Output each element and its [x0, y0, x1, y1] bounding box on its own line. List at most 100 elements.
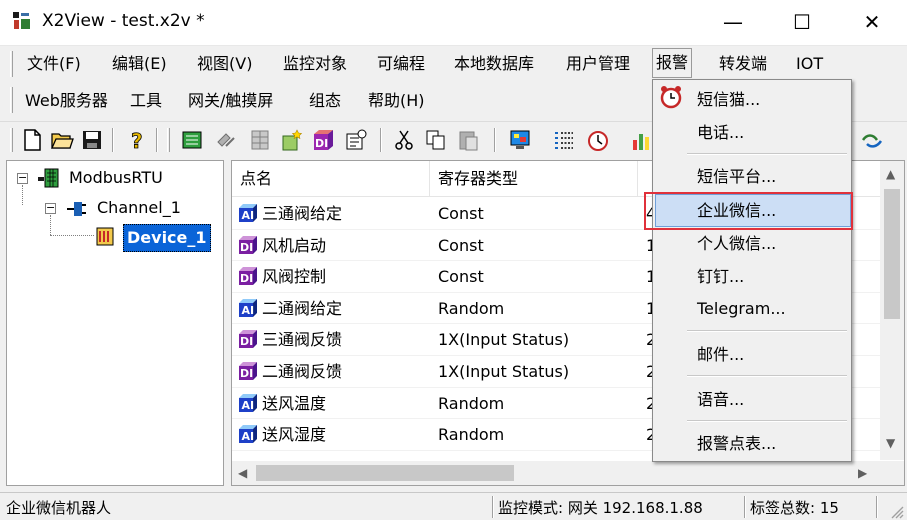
- new-tag-icon[interactable]: [280, 128, 304, 152]
- menu-grip: [10, 51, 13, 77]
- table-icon[interactable]: [248, 128, 272, 152]
- svg-text:DI: DI: [240, 367, 253, 380]
- scroll-up-arrow[interactable]: ▲: [886, 167, 895, 181]
- paste-icon[interactable]: [456, 128, 480, 152]
- chart-icon[interactable]: [630, 128, 654, 152]
- scroll-thumb[interactable]: [256, 465, 514, 481]
- save-icon[interactable]: [80, 128, 104, 152]
- menu-item-phone[interactable]: 电话...: [655, 116, 851, 149]
- column-header-register-type[interactable]: 寄存器类型: [430, 161, 638, 197]
- analog-tag-icon: AI: [239, 298, 257, 317]
- properties-icon[interactable]: [344, 128, 368, 152]
- register-type-cell: Const: [438, 235, 484, 255]
- status-bar: 企业微信机器人 监控模式: 网关 192.168.1.88 标签总数: 15: [0, 492, 907, 520]
- digital-tag-icon: DI: [239, 235, 257, 254]
- scroll-right-arrow[interactable]: ▶: [858, 466, 867, 480]
- tree-line: [50, 235, 94, 236]
- scroll-left-arrow[interactable]: ◀: [238, 466, 247, 480]
- svg-text:AI: AI: [242, 399, 255, 412]
- scroll-thumb[interactable]: [884, 189, 900, 319]
- cut-icon[interactable]: [392, 128, 416, 152]
- device-icon[interactable]: [180, 128, 204, 152]
- copy-icon[interactable]: [424, 128, 448, 152]
- menu-item-dingtalk[interactable]: 钉钉...: [655, 260, 851, 293]
- menu-item-sms-modem[interactable]: 短信猫...: [655, 83, 851, 116]
- toolbar-grip: [167, 128, 170, 152]
- menu-item-email[interactable]: 邮件...: [655, 338, 851, 371]
- menu-tools[interactable]: 工具: [127, 86, 165, 116]
- tree-node-channel[interactable]: Channel_1: [97, 195, 181, 221]
- timer-icon[interactable]: [586, 128, 610, 152]
- register-type-cell: Random: [438, 298, 505, 318]
- close-button[interactable]: ✕: [849, 0, 895, 46]
- menu-item-sms-platform[interactable]: 短信平台...: [655, 160, 851, 193]
- tag-name-cell: 风机启动: [262, 235, 327, 255]
- analog-tag-icon: AI: [239, 204, 257, 222]
- menu-configuration[interactable]: 组态: [306, 86, 344, 116]
- svg-text:DI: DI: [240, 335, 253, 348]
- menu-iot[interactable]: IOT: [793, 49, 826, 79]
- menu-help[interactable]: 帮助(H): [365, 86, 428, 116]
- svg-text:AI: AI: [242, 209, 255, 222]
- alarm-dropdown-menu: 短信猫... 电话... 短信平台... 企业微信... 个人微信... 钉钉.…: [652, 79, 852, 462]
- status-divider: [744, 496, 746, 518]
- collapse-toggle-root[interactable]: −: [17, 172, 28, 184]
- toolbar-grip: [10, 128, 13, 152]
- horizontal-scrollbar[interactable]: ◀ ▶: [232, 461, 882, 485]
- tag-name-cell: 风阀控制: [262, 267, 327, 287]
- tag-name-cell: 三通阀反馈: [262, 330, 343, 350]
- menu-separator: [687, 420, 847, 422]
- tree-node-modbusrtu[interactable]: ModbusRTU: [69, 165, 163, 191]
- column-header-tag-name[interactable]: 点名: [232, 161, 430, 197]
- device-tree[interactable]: − ModbusRTU − Channel_1 Device_1: [6, 160, 224, 486]
- link-icon[interactable]: [214, 128, 238, 152]
- menu-item-alarm-tag-table[interactable]: 报警点表...: [655, 427, 851, 460]
- menu-view[interactable]: 视图(V): [194, 49, 255, 79]
- menu-file[interactable]: 文件(F): [24, 49, 84, 79]
- annotation-highlight-box: [644, 192, 853, 230]
- scroll-down-arrow[interactable]: ▼: [886, 436, 895, 450]
- modbus-driver-icon: [38, 168, 59, 188]
- resize-grip-icon[interactable]: [890, 505, 904, 519]
- menu-item-voice[interactable]: 语音...: [655, 383, 851, 416]
- svg-text:?: ?: [131, 129, 143, 152]
- menu-forwarder[interactable]: 转发端: [716, 49, 770, 79]
- register-type-cell: Random: [438, 393, 505, 413]
- menu-local-database[interactable]: 本地数据库: [451, 49, 537, 79]
- svg-text:DI: DI: [315, 137, 328, 150]
- register-type-cell: 1X(Input Status): [438, 362, 570, 381]
- tree-line: [22, 185, 23, 205]
- menu-user-management[interactable]: 用户管理: [563, 49, 633, 79]
- maximize-button[interactable]: ☐: [779, 0, 825, 46]
- menu-alarm[interactable]: 报警: [652, 48, 693, 78]
- list-icon[interactable]: [552, 128, 576, 152]
- digital-tag-icon: DI: [239, 267, 257, 286]
- status-mode: 监控模式: 网关 192.168.1.88: [498, 499, 703, 517]
- status-message: 企业微信机器人: [6, 499, 112, 517]
- channel-icon: [67, 202, 86, 216]
- status-tag-count: 标签总数: 15: [750, 499, 839, 517]
- menu-programmable[interactable]: 可编程: [374, 49, 428, 79]
- menu-gateway-touchscreen[interactable]: 网关/触摸屏: [185, 86, 276, 116]
- menu-separator: [687, 375, 847, 377]
- sync-icon[interactable]: [860, 128, 884, 152]
- tag-name-cell: 二通阀给定: [262, 298, 343, 318]
- menu-edit[interactable]: 编辑(E): [109, 49, 170, 79]
- collapse-toggle-channel[interactable]: −: [45, 202, 56, 214]
- tag-di-icon[interactable]: DI: [312, 128, 336, 152]
- new-icon[interactable]: [20, 128, 44, 152]
- monitor-icon[interactable]: [508, 128, 532, 152]
- menu-item-telegram[interactable]: Telegram...: [655, 292, 851, 325]
- toolbar-separator: [156, 128, 158, 152]
- svg-text:AI: AI: [242, 430, 255, 443]
- open-icon[interactable]: [50, 128, 74, 152]
- menu-web-server[interactable]: Web服务器: [22, 86, 111, 116]
- help-icon[interactable]: ?: [124, 128, 148, 152]
- register-type-cell: Const: [438, 204, 484, 223]
- menu-monitor-object[interactable]: 监控对象: [280, 49, 350, 79]
- menu-item-personal-wechat[interactable]: 个人微信...: [655, 227, 851, 260]
- tree-node-device[interactable]: Device_1: [123, 224, 211, 252]
- minimize-button[interactable]: —: [710, 0, 756, 46]
- title-bar: X2View - test.x2v * — ☐ ✕: [0, 0, 907, 46]
- vertical-scrollbar[interactable]: ▲ ▼: [880, 161, 904, 460]
